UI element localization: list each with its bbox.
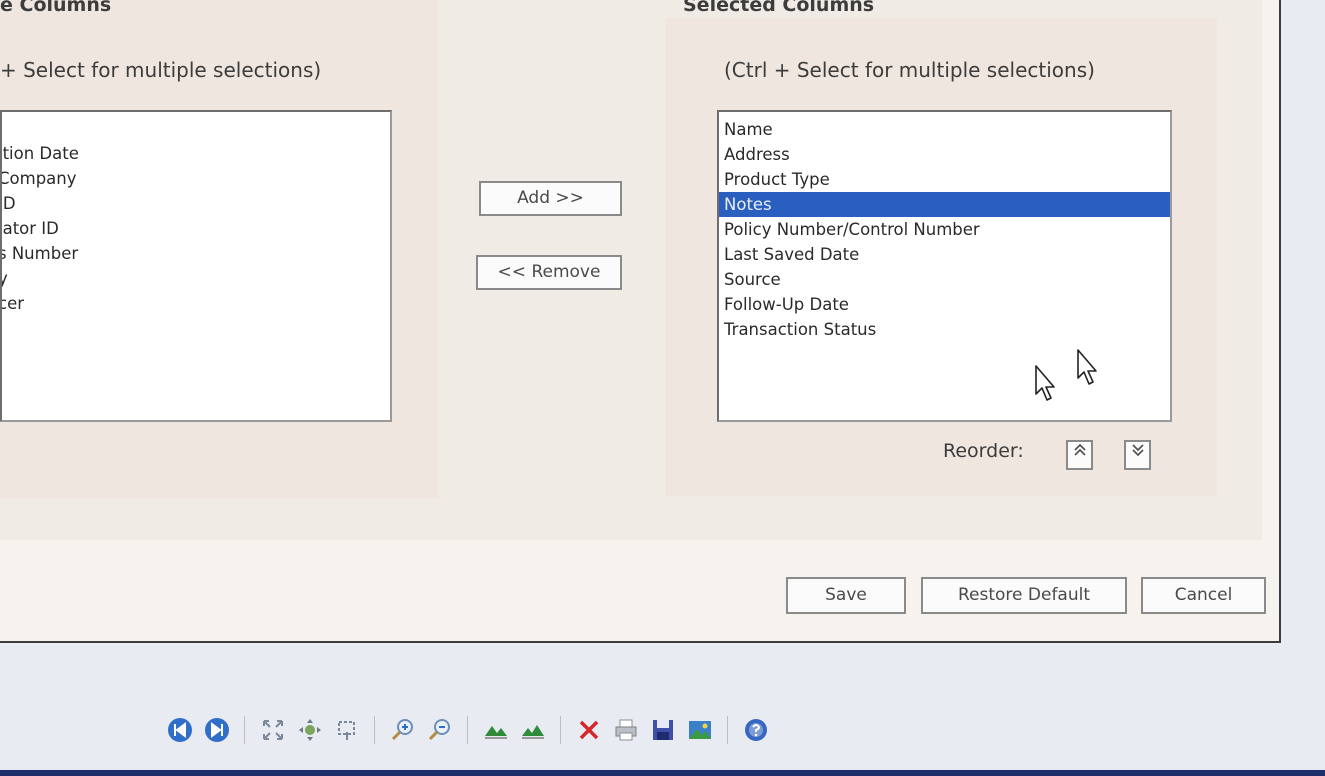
list-item[interactable]: Address: [719, 142, 1170, 167]
image-icon[interactable]: [686, 717, 713, 744]
remove-column-button[interactable]: << Remove: [476, 255, 622, 290]
fit-page-icon[interactable]: [259, 717, 286, 744]
first-page-icon[interactable]: [166, 717, 193, 744]
list-item[interactable]: cer: [2, 291, 390, 316]
toolbar-divider: [727, 716, 728, 744]
mountain-icon[interactable]: [482, 717, 509, 744]
select-icon[interactable]: [333, 717, 360, 744]
reorder-label: Reorder:: [943, 440, 1024, 462]
list-item[interactable]: Product Type: [719, 167, 1170, 192]
move-down-button[interactable]: [1124, 440, 1151, 470]
selected-columns-heading: Selected Columns: [683, 0, 875, 16]
list-item[interactable]: Last Saved Date: [719, 242, 1170, 267]
list-item[interactable]: ition Date: [2, 141, 390, 166]
toolbar-divider: [560, 716, 561, 744]
list-item[interactable]: y: [2, 266, 390, 291]
zoom-in-icon[interactable]: [389, 717, 416, 744]
list-item-selected[interactable]: Notes: [719, 192, 1170, 217]
toolbar-divider: [467, 716, 468, 744]
restore-default-button[interactable]: Restore Default: [921, 577, 1127, 614]
mouse-cursor-icon: [1035, 365, 1055, 401]
toolbar-divider: [244, 716, 245, 744]
list-item[interactable]: Company: [2, 166, 390, 191]
selected-columns-list[interactable]: Name Address Product Type Notes Policy N…: [717, 110, 1172, 422]
list-item[interactable]: Follow-Up Date: [719, 292, 1170, 317]
move-icon[interactable]: [296, 717, 323, 744]
list-item[interactable]: s Number: [2, 241, 390, 266]
available-columns-heading: e Columns: [0, 0, 112, 16]
zoom-out-icon[interactable]: [426, 717, 453, 744]
cancel-button[interactable]: Cancel: [1141, 577, 1266, 614]
last-page-icon[interactable]: [203, 717, 230, 744]
toolbar-divider: [374, 716, 375, 744]
double-chevron-up-icon: [1073, 443, 1086, 456]
double-chevron-down-icon: [1131, 444, 1144, 457]
available-columns-hint: + Select for multiple selections): [0, 58, 322, 82]
available-columns-list[interactable]: ition Date Company ID iator ID s Number …: [0, 110, 392, 422]
list-item[interactable]: Name: [719, 117, 1170, 142]
print-icon[interactable]: [612, 717, 639, 744]
move-up-button[interactable]: [1066, 440, 1093, 470]
mountain-alt-icon[interactable]: [519, 717, 546, 744]
add-column-button[interactable]: Add >>: [479, 181, 622, 216]
list-item[interactable]: Policy Number/Control Number: [719, 217, 1170, 242]
save-button[interactable]: Save: [786, 577, 906, 614]
delete-icon[interactable]: [575, 717, 602, 744]
list-item[interactable]: iator ID: [2, 216, 390, 241]
column-chooser-dialog: e Columns Selected Columns + Select for …: [0, 0, 1281, 643]
list-item[interactable]: ID: [2, 191, 390, 216]
list-item[interactable]: [2, 116, 390, 141]
viewer-toolbar: [166, 712, 769, 748]
help-icon[interactable]: [742, 717, 769, 744]
list-item[interactable]: Source: [719, 267, 1170, 292]
list-item[interactable]: Transaction Status: [719, 317, 1170, 342]
selected-columns-hint: (Ctrl + Select for multiple selections): [724, 58, 1095, 82]
save-icon[interactable]: [649, 717, 676, 744]
mouse-cursor-icon: [1077, 349, 1097, 385]
taskbar-strip: [0, 770, 1325, 776]
